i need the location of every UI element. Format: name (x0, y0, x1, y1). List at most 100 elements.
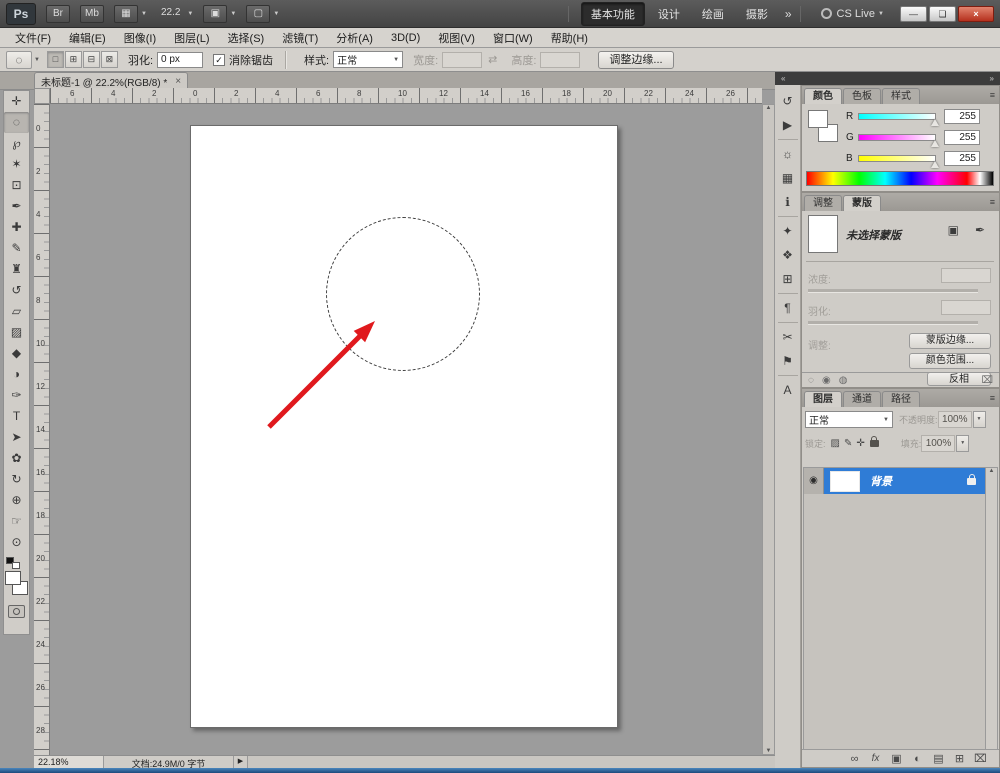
workspace-overflow-button[interactable]: » (785, 7, 792, 21)
tab-masks[interactable]: 蒙版 (843, 195, 881, 211)
scroll-down-icon[interactable]: ▼ (766, 748, 772, 754)
current-tool-icon[interactable]: ◌ (6, 51, 32, 69)
swap-colors-icon[interactable] (12, 562, 20, 569)
foreground-color-swatch[interactable] (808, 110, 828, 128)
delete-layer-icon[interactable]: ⌧ (970, 752, 991, 765)
status-menu-button[interactable]: ▶ (234, 756, 248, 768)
gradient-tool[interactable]: ▨ (4, 322, 29, 343)
lock-paint-icon[interactable]: ✎ (844, 438, 852, 449)
blur-tool[interactable]: ◆ (4, 343, 29, 364)
lock-all-icon[interactable] (870, 440, 879, 447)
horizontal-scrollbar[interactable] (248, 756, 775, 768)
move-tool[interactable]: ✛ (4, 91, 29, 112)
panel-menu-icon[interactable]: ≡ (990, 197, 995, 207)
add-vector-mask-icon[interactable]: ✒ (975, 223, 985, 237)
new-group-icon[interactable]: ▤ (928, 752, 949, 765)
green-value[interactable]: 255 (944, 130, 980, 145)
character-panel-button[interactable]: A (776, 378, 800, 402)
3d-pan-tool[interactable]: ⊕ (4, 490, 29, 511)
subtract-selection-button[interactable]: ⊟ (83, 51, 100, 68)
menu-filter[interactable]: 滤镜(T) (273, 28, 327, 48)
new-layer-icon[interactable]: ⊞ (949, 752, 970, 765)
crop-tool[interactable]: ⊡ (4, 175, 29, 196)
path-selection-tool[interactable]: ➤ (4, 427, 29, 448)
scroll-up-icon[interactable]: ▲ (766, 105, 772, 111)
restore-button[interactable]: ❏ (929, 6, 956, 22)
layer-style-icon[interactable]: fx (865, 753, 886, 764)
brush-tool[interactable]: ✎ (4, 238, 29, 259)
brushes-panel-button[interactable]: ❖ (776, 243, 800, 267)
close-icon[interactable]: × (175, 76, 181, 87)
tool-presets-panel-button[interactable]: ✦ (776, 219, 800, 243)
healing-brush-tool[interactable]: ✚ (4, 217, 29, 238)
menu-select[interactable]: 选择(S) (219, 28, 274, 48)
blue-slider[interactable] (858, 155, 936, 162)
delete-mask-icon[interactable]: ⌧ (981, 375, 993, 386)
blend-mode-select[interactable]: 正常 ▼ (805, 411, 893, 428)
menu-help[interactable]: 帮助(H) (542, 28, 597, 48)
history-brush-tool[interactable]: ↺ (4, 280, 29, 301)
panel-menu-icon[interactable]: ≡ (990, 393, 995, 403)
info-panel-button[interactable]: ℹ (776, 190, 800, 214)
collapse-panels-icon[interactable]: « (781, 74, 785, 83)
quick-selection-tool[interactable]: ✶ (4, 154, 29, 175)
load-selection-icon[interactable]: ◌ (808, 375, 814, 386)
arrange-documents-button[interactable]: ▣ (203, 5, 227, 23)
add-layer-mask-icon[interactable]: ▣ (886, 752, 907, 765)
color-range-button[interactable]: 颜色范围... (909, 353, 991, 369)
zoom-percentage[interactable]: 22.18% (34, 756, 104, 768)
new-selection-button[interactable]: □ (47, 51, 64, 68)
document-page[interactable] (190, 125, 618, 728)
zoom-level-display[interactable]: 22.2 (157, 5, 184, 23)
intersect-selection-button[interactable]: ⊠ (101, 51, 118, 68)
minimize-button[interactable]: — (900, 6, 927, 22)
dodge-tool[interactable]: ◑ (4, 364, 29, 385)
layer-visibility-toggle[interactable]: ◉ (804, 468, 824, 494)
layer-row-background[interactable]: ◉ 背景 (804, 468, 986, 494)
menu-view[interactable]: 视图(V) (429, 28, 484, 48)
menu-image[interactable]: 图像(I) (115, 28, 165, 48)
apply-mask-icon[interactable]: ◉ (822, 375, 831, 386)
tab-adjustments[interactable]: 调整 (804, 195, 842, 211)
scroll-up-icon[interactable]: ▲ (989, 468, 995, 474)
link-layers-icon[interactable]: ∞ (844, 753, 865, 765)
paragraph-panel-button[interactable]: ¶ (776, 296, 800, 320)
workspace-painting-button[interactable]: 绘画 (693, 3, 733, 25)
history-panel-button[interactable]: ↺ (776, 89, 800, 113)
color-spectrum-bar[interactable] (806, 171, 994, 186)
menu-3d[interactable]: 3D(D) (382, 30, 429, 46)
launch-bridge-button[interactable]: Br (46, 5, 70, 23)
tools-extra-panel-button[interactable]: ✂ (776, 325, 800, 349)
blue-value[interactable]: 255 (944, 151, 980, 166)
tab-layers[interactable]: 图层 (804, 391, 842, 407)
add-selection-button[interactable]: ⊞ (65, 51, 82, 68)
menu-layer[interactable]: 图层(L) (165, 28, 218, 48)
antialias-checkbox[interactable]: ✓ (213, 54, 225, 66)
slider-thumb[interactable] (931, 161, 939, 168)
type-tool[interactable]: T (4, 406, 29, 427)
clone-source-panel-button[interactable]: ⊞ (776, 267, 800, 291)
refine-edge-button[interactable]: 调整边缘... (598, 51, 673, 69)
tab-channels[interactable]: 通道 (843, 391, 881, 407)
vertical-scrollbar[interactable]: ▲ ▼ (762, 104, 775, 755)
launch-mini-bridge-button[interactable]: Mb (80, 5, 104, 23)
eraser-tool[interactable]: ▱ (4, 301, 29, 322)
masks-extra-panel-button[interactable]: ⚑ (776, 349, 800, 373)
tab-styles[interactable]: 样式 (882, 88, 920, 104)
slider-thumb[interactable] (931, 119, 939, 126)
adjustments-panel-button[interactable]: ☼ (776, 142, 800, 166)
green-slider[interactable] (858, 134, 936, 141)
new-adjustment-layer-icon[interactable]: ◐ (907, 753, 928, 765)
custom-shape-tool[interactable]: ✿ (4, 448, 29, 469)
tab-color[interactable]: 颜色 (804, 88, 842, 104)
menu-edit[interactable]: 编辑(E) (60, 28, 115, 48)
slider-thumb[interactable] (931, 140, 939, 147)
mask-edge-button[interactable]: 蒙版边缘... (909, 333, 991, 349)
foreground-color-swatch[interactable] (5, 571, 21, 585)
hand-tool[interactable]: ☞ (4, 511, 29, 532)
workspace-photography-button[interactable]: 摄影 (737, 3, 777, 25)
lasso-tool[interactable]: ℘ (4, 133, 29, 154)
add-pixel-mask-icon[interactable]: ▣ (948, 223, 959, 237)
clone-stamp-tool[interactable]: ♜ (4, 259, 29, 280)
layer-name[interactable]: 背景 (870, 473, 967, 489)
